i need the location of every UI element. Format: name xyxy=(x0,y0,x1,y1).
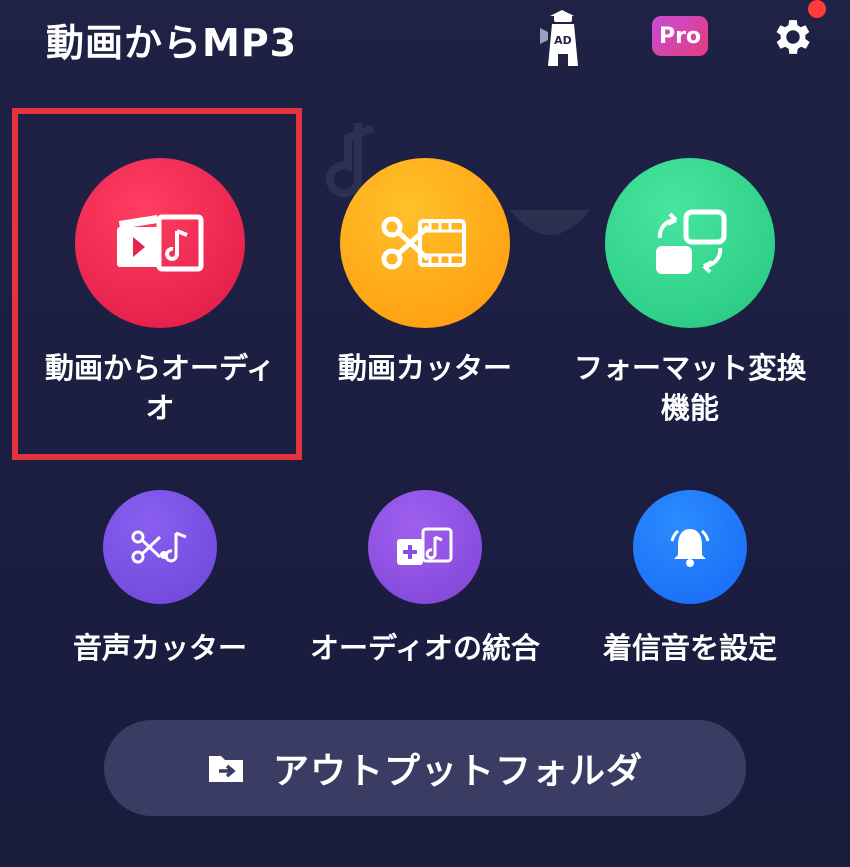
video-cutter-icon xyxy=(340,158,510,328)
app-title: 動画からMP3 xyxy=(46,21,298,65)
ad-text: AD xyxy=(554,34,572,47)
tool-label: 音声カッター xyxy=(72,631,247,665)
output-folder-label: アウトプットフォルダ xyxy=(272,751,643,792)
format-convert-icon xyxy=(605,158,775,328)
pro-badge-button[interactable]: Pro xyxy=(652,16,708,56)
tool-audio-merge[interactable]: オーディオの統合 xyxy=(300,490,550,670)
tool-label: フォーマット変換 xyxy=(573,351,806,385)
tool-set-ringtone[interactable]: 着信音を設定 xyxy=(570,490,810,670)
audio-merge-icon xyxy=(368,490,482,604)
remove-ads-icon[interactable]: AD xyxy=(540,10,584,66)
notification-dot xyxy=(808,0,826,18)
tool-format-converter[interactable]: フォーマット変換 機能 xyxy=(560,158,820,430)
tool-label: 動画カッター xyxy=(337,351,512,385)
settings-gear-icon[interactable] xyxy=(770,14,816,60)
tool-label-line2: 機能 xyxy=(660,391,719,425)
selection-highlight-frame xyxy=(12,108,302,460)
tool-video-cutter[interactable]: 動画カッター xyxy=(300,158,550,390)
tool-label: 着信音を設定 xyxy=(602,631,777,665)
ringtone-bell-icon xyxy=(633,490,747,604)
audio-cutter-icon xyxy=(103,490,217,604)
tool-audio-cutter[interactable]: 音声カッター xyxy=(40,490,280,670)
folder-arrow-icon xyxy=(208,756,243,782)
output-folder-button[interactable]: アウトプットフォルダ xyxy=(104,720,746,816)
tool-label: オーディオの統合 xyxy=(310,631,540,665)
